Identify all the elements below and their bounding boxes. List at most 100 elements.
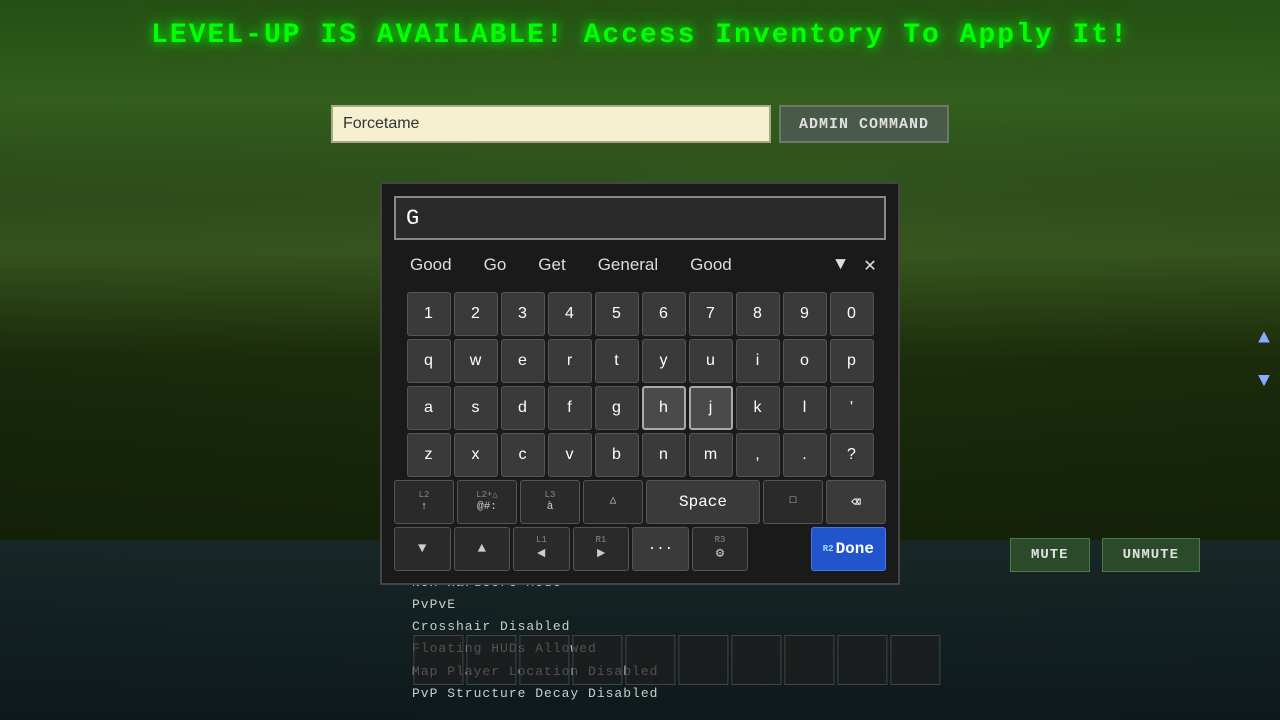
key-period[interactable]: . [783, 433, 827, 477]
hotbar-slot-2[interactable] [466, 635, 516, 685]
hotbar-slot-8[interactable] [784, 635, 834, 685]
key-y[interactable]: y [642, 339, 686, 383]
suggestion-get[interactable]: Get [522, 251, 581, 279]
key-w[interactable]: w [454, 339, 498, 383]
key-space[interactable]: Space [646, 480, 760, 524]
nav-arrow-down[interactable]: ▼ [1258, 370, 1270, 393]
triangle-symbol: △ [610, 495, 617, 508]
key-c[interactable]: c [501, 433, 545, 477]
key-6[interactable]: 6 [642, 292, 686, 336]
number-row: 1 2 3 4 5 6 7 8 9 0 [394, 292, 886, 336]
key-backspace[interactable]: ⌫ [826, 480, 886, 524]
unmute-button[interactable]: UNMUTE [1102, 538, 1200, 572]
key-l[interactable]: l [783, 386, 827, 430]
key-5[interactable]: 5 [595, 292, 639, 336]
server-info-line-8: PvP Structure Decay Disabled [412, 683, 658, 705]
key-comma[interactable]: , [736, 433, 780, 477]
hotbar-slot-5[interactable] [625, 635, 675, 685]
mute-button[interactable]: MUTE [1010, 538, 1090, 572]
key-9[interactable]: 9 [783, 292, 827, 336]
key-done[interactable]: R2 Done [811, 527, 886, 571]
key-m[interactable]: m [689, 433, 733, 477]
key-q[interactable]: q [407, 339, 451, 383]
admin-command-button[interactable]: ADMIN COMMAND [779, 105, 949, 143]
key-v[interactable]: v [548, 433, 592, 477]
forcetame-input[interactable] [331, 105, 771, 143]
key-u[interactable]: u [689, 339, 733, 383]
hotbar-slot-1[interactable] [413, 635, 463, 685]
key-apostrophe[interactable]: ' [830, 386, 874, 430]
suggestion-general[interactable]: General [582, 251, 674, 279]
key-e[interactable]: e [501, 339, 545, 383]
key-7[interactable]: 7 [689, 292, 733, 336]
key-d[interactable]: d [501, 386, 545, 430]
suggestions-row: Good Go Get General Good ▼ ✕ [394, 248, 886, 282]
key-t[interactable]: t [595, 339, 639, 383]
up-arrow-icon: ▲ [478, 541, 486, 558]
key-f[interactable]: f [548, 386, 592, 430]
keyboard-search-input[interactable] [394, 196, 886, 240]
key-nav-right[interactable]: R1 ► [573, 527, 630, 571]
suggestion-good-2[interactable]: Good [674, 251, 748, 279]
l2-symbol: ↑ [421, 501, 428, 514]
server-info-line-4: PvPvE [412, 594, 658, 616]
asdf-row: a s d f g h j k l ' [394, 386, 886, 430]
key-3[interactable]: 3 [501, 292, 545, 336]
hotbar-slot-7[interactable] [731, 635, 781, 685]
key-x[interactable]: x [454, 433, 498, 477]
key-nav-up[interactable]: ▲ [454, 527, 511, 571]
key-empty [751, 527, 807, 571]
qwerty-row: q w e r t y u i o p [394, 339, 886, 383]
key-4[interactable]: 4 [548, 292, 592, 336]
hotbar-slot-3[interactable] [519, 635, 569, 685]
key-l2plus[interactable]: L2+△ @#: [457, 480, 517, 524]
gear-icon: ⚙ [716, 546, 724, 563]
key-1[interactable]: 1 [407, 292, 451, 336]
nav-row: ▼ ▲ L1 ◄ R1 ► ··· R3 ⚙ R2 Done [394, 527, 886, 571]
key-j[interactable]: j [689, 386, 733, 430]
l2-label: L2 [419, 490, 430, 501]
banner-text: LEVEL-UP IS AVAILABLE! Access Inventory … [151, 20, 1129, 51]
key-h[interactable]: h [642, 386, 686, 430]
down-arrow-icon: ▼ [418, 541, 426, 558]
key-0[interactable]: 0 [830, 292, 874, 336]
l3-symbol: à [547, 501, 554, 514]
key-nav-down[interactable]: ▼ [394, 527, 451, 571]
level-up-banner: LEVEL-UP IS AVAILABLE! Access Inventory … [151, 20, 1129, 51]
key-p[interactable]: p [830, 339, 874, 383]
special-row: L2 ↑ L2+△ @#: L3 à △ Space □ ⌫ [394, 480, 886, 524]
key-triangle[interactable]: △ [583, 480, 643, 524]
key-g[interactable]: g [595, 386, 639, 430]
key-n[interactable]: n [642, 433, 686, 477]
square-symbol: □ [790, 495, 797, 508]
hotbar-slot-6[interactable] [678, 635, 728, 685]
key-s[interactable]: s [454, 386, 498, 430]
key-2[interactable]: 2 [454, 292, 498, 336]
key-l2-shift[interactable]: L2 ↑ [394, 480, 454, 524]
hotbar-slot-10[interactable] [890, 635, 940, 685]
suggestion-go[interactable]: Go [468, 251, 523, 279]
key-r[interactable]: r [548, 339, 592, 383]
key-square[interactable]: □ [763, 480, 823, 524]
key-b[interactable]: b [595, 433, 639, 477]
key-nav-left[interactable]: L1 ◄ [513, 527, 570, 571]
key-z[interactable]: z [407, 433, 451, 477]
key-l3[interactable]: L3 à [520, 480, 580, 524]
suggestions-dropdown-btn[interactable]: ▼ [827, 251, 854, 279]
key-question[interactable]: ? [830, 433, 874, 477]
key-a[interactable]: a [407, 386, 451, 430]
done-label: Done [836, 540, 874, 558]
key-8[interactable]: 8 [736, 292, 780, 336]
r1-label: R1 [595, 535, 606, 546]
key-k[interactable]: k [736, 386, 780, 430]
key-ellipsis[interactable]: ··· [632, 527, 689, 571]
key-o[interactable]: o [783, 339, 827, 383]
key-i[interactable]: i [736, 339, 780, 383]
suggestion-good-1[interactable]: Good [394, 251, 468, 279]
hotbar-slot-9[interactable] [837, 635, 887, 685]
hotbar-slot-4[interactable] [572, 635, 622, 685]
key-r3-gear[interactable]: R3 ⚙ [692, 527, 749, 571]
mute-area: MUTE UNMUTE [1010, 538, 1200, 572]
suggestions-close-btn[interactable]: ✕ [854, 248, 886, 282]
nav-arrow-up[interactable]: ▲ [1258, 327, 1270, 350]
